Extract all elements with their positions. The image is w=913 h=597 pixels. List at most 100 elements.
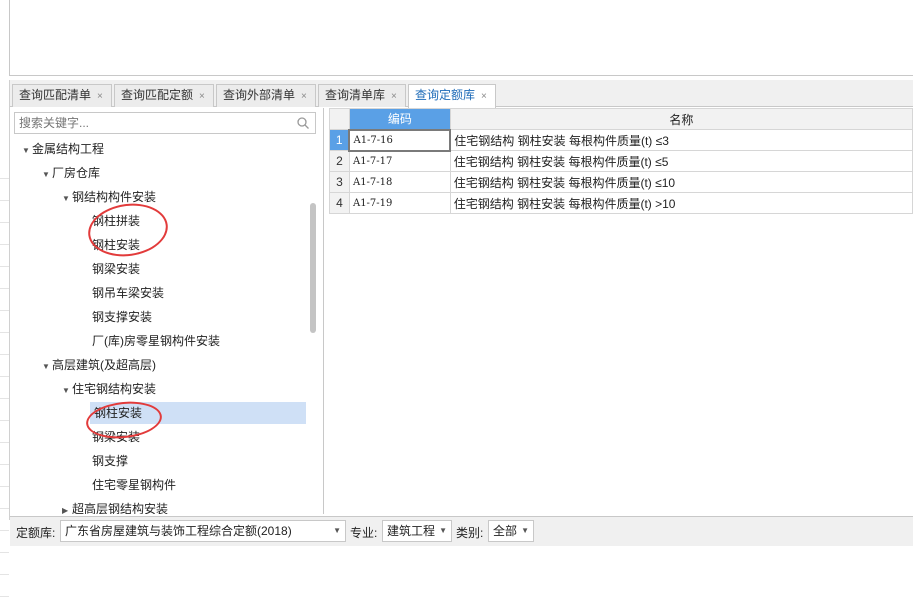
- row-index[interactable]: 4: [329, 192, 350, 214]
- quota-library-label: 定额库:: [16, 526, 56, 540]
- tree-node-label: 厂(库)房零星钢构件安装: [92, 334, 220, 348]
- strip-row-line: [0, 530, 9, 531]
- tree-node-label: 超高层钢结构安装: [72, 502, 169, 514]
- chevron-down-icon: ▼: [439, 526, 447, 535]
- cell-code[interactable]: A1-7-18: [348, 171, 451, 193]
- tab-query-matched-list[interactable]: 查询匹配清单 ×: [12, 84, 112, 107]
- expand-arrow-icon[interactable]: ▼: [62, 380, 72, 402]
- left-edge-strip: [0, 80, 10, 597]
- category-select[interactable]: 全部 ▼: [488, 520, 534, 542]
- tree-node-label: 厂房仓库: [52, 166, 101, 180]
- tab-query-external-list[interactable]: 查询外部清单 ×: [216, 84, 316, 107]
- tab-query-list-library[interactable]: 查询清单库 ×: [318, 84, 406, 107]
- table-row[interactable]: 4 A1-7-19 住宅钢结构 钢柱安装 每根构件质量(t) >10: [329, 192, 913, 214]
- quota-library-value: 广东省房屋建筑与装饰工程综合定额(2018): [65, 524, 292, 538]
- strip-row-line: [0, 464, 9, 465]
- tree-node[interactable]: 厂(库)房零星钢构件安装: [92, 330, 220, 352]
- cell-name[interactable]: 住宅钢结构 钢柱安装 每根构件质量(t) ≤10: [449, 171, 913, 193]
- strip-row-line: [0, 508, 9, 509]
- tree-node-label: 钢支撑: [92, 454, 129, 468]
- close-icon[interactable]: ×: [301, 91, 307, 102]
- tree-panel: ▼金属结构工程▼厂房仓库▼钢结构构件安装钢柱拼装钢柱安装钢梁安装钢吊车梁安装钢支…: [10, 108, 324, 514]
- major-select[interactable]: 建筑工程 ▼: [382, 520, 452, 542]
- tree-node[interactable]: ▼ 住宅钢结构安装: [62, 378, 156, 400]
- tree-node-label: 住宅零星钢构件: [92, 478, 177, 492]
- chevron-down-icon: ▼: [333, 526, 341, 535]
- row-index[interactable]: 1: [329, 129, 350, 151]
- major-value: 建筑工程: [387, 524, 436, 538]
- table-row[interactable]: 3 A1-7-18 住宅钢结构 钢柱安装 每根构件质量(t) ≤10: [329, 171, 913, 193]
- tree-node[interactable]: ▼ 金属结构工程: [22, 138, 104, 160]
- strip-row-line: [0, 310, 9, 311]
- row-index[interactable]: 3: [329, 171, 350, 193]
- strip-row-line: [0, 376, 9, 377]
- quota-grid: 编码 名称 1 A1-7-16 住宅钢结构 钢柱安装 每根构件质量(t) ≤3 2 A1…: [329, 108, 913, 514]
- chevron-down-icon: ▼: [521, 526, 529, 535]
- tree-node-label: 钢结构构件安装: [72, 190, 157, 204]
- cell-name[interactable]: 住宅钢结构 钢柱安装 每根构件质量(t) >10: [449, 192, 913, 214]
- table-header-row: 编码 名称: [329, 108, 913, 130]
- strip-row-line: [0, 574, 9, 575]
- close-icon[interactable]: ×: [391, 91, 397, 102]
- tree-node-label: 高层建筑(及超高层): [52, 358, 156, 372]
- tree-node-label: 钢支撑安装: [92, 310, 153, 324]
- tab-label: 查询匹配清单: [19, 88, 92, 102]
- quota-library-select[interactable]: 广东省房屋建筑与装饰工程综合定额(2018) ▼: [60, 520, 346, 542]
- tab-label: 查询匹配定额: [121, 88, 194, 102]
- tree-node[interactable]: 钢支撑: [92, 450, 128, 472]
- tab-label: 查询清单库: [325, 88, 386, 102]
- close-icon[interactable]: ×: [97, 91, 103, 102]
- major-label: 专业:: [350, 526, 378, 540]
- tab-bar: 查询匹配清单 × 查询匹配定额 × 查询外部清单 × 查询清单库 × 查询定额库 ×: [10, 80, 913, 108]
- strip-row-line: [0, 552, 9, 553]
- close-icon[interactable]: ×: [199, 91, 205, 102]
- category-value: 全部: [493, 524, 518, 538]
- status-bar: 定额库: 广东省房屋建筑与装饰工程综合定额(2018) ▼ 专业: 建筑工程 ▼…: [10, 516, 913, 546]
- tree-node[interactable]: ▼ 厂房仓库: [42, 162, 100, 184]
- top-panel: [0, 0, 913, 80]
- strip-row-line: [0, 442, 9, 443]
- top-panel-border: [9, 0, 10, 76]
- collapse-arrow-icon[interactable]: ▶: [62, 500, 72, 514]
- table-row[interactable]: 1 A1-7-16 住宅钢结构 钢柱安装 每根构件质量(t) ≤3: [329, 128, 913, 152]
- cell-code[interactable]: A1-7-16: [348, 128, 452, 152]
- cell-name[interactable]: 住宅钢结构 钢柱安装 每根构件质量(t) ≤3: [449, 129, 913, 151]
- expand-arrow-icon[interactable]: ▼: [62, 188, 72, 210]
- column-header-name[interactable]: 名称: [449, 108, 913, 130]
- expand-arrow-icon[interactable]: ▼: [22, 140, 32, 162]
- tree-node-label: 住宅钢结构安装: [72, 382, 157, 396]
- table-row[interactable]: 2 A1-7-17 住宅钢结构 钢柱安装 每根构件质量(t) ≤5: [329, 150, 913, 172]
- cell-code[interactable]: A1-7-19: [348, 192, 451, 214]
- strip-row-line: [0, 420, 9, 421]
- search-icon[interactable]: [296, 116, 310, 130]
- expand-arrow-icon[interactable]: ▼: [42, 164, 52, 186]
- tree-node[interactable]: ▶ 超高层钢结构安装: [62, 498, 168, 514]
- column-header-code[interactable]: 编码: [348, 108, 451, 130]
- tree-node[interactable]: 钢支撑安装: [92, 306, 152, 328]
- row-index[interactable]: 2: [329, 150, 350, 172]
- tab-label: 查询外部清单: [223, 88, 296, 102]
- top-panel-divider: [9, 75, 913, 76]
- tree-node-label: 钢梁安装: [92, 262, 141, 276]
- tree-node-label: 金属结构工程: [32, 142, 105, 156]
- strip-row-line: [0, 398, 9, 399]
- close-icon[interactable]: ×: [481, 91, 487, 102]
- tree-scrollbar[interactable]: [310, 203, 316, 333]
- strip-row-line: [0, 486, 9, 487]
- strip-row-line: [0, 200, 9, 201]
- tree-node[interactable]: ▼ 高层建筑(及超高层): [42, 354, 156, 376]
- strip-row-line: [0, 354, 9, 355]
- tab-query-quota-library[interactable]: 查询定额库 ×: [408, 84, 496, 108]
- strip-row-line: [0, 288, 9, 289]
- tab-query-matched-quota[interactable]: 查询匹配定额 ×: [114, 84, 214, 107]
- cell-code[interactable]: A1-7-17: [348, 150, 451, 172]
- quota-table: 编码 名称 1 A1-7-16 住宅钢结构 钢柱安装 每根构件质量(t) ≤3 2 A1…: [329, 108, 913, 214]
- tree-node[interactable]: 钢吊车梁安装: [92, 282, 164, 304]
- cell-name[interactable]: 住宅钢结构 钢柱安装 每根构件质量(t) ≤5: [449, 150, 913, 172]
- tree-node[interactable]: 钢梁安装: [92, 258, 140, 280]
- search-input[interactable]: [19, 113, 289, 133]
- expand-arrow-icon[interactable]: ▼: [42, 356, 52, 378]
- search-box: [14, 112, 316, 134]
- tree-node[interactable]: 住宅零星钢构件: [92, 474, 176, 496]
- tree-node-label: 钢吊车梁安装: [92, 286, 165, 300]
